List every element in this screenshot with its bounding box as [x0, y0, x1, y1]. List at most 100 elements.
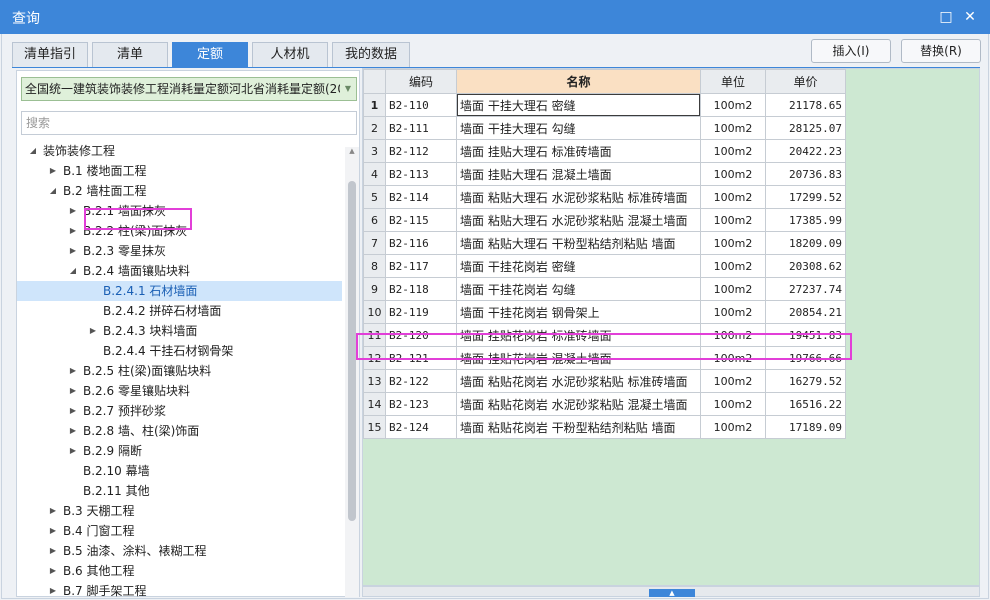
collapsed-triangle-icon[interactable]: ▶	[47, 161, 59, 181]
tree-node[interactable]: ▶ B.2.7 预拌砂浆	[17, 401, 342, 421]
collapsed-triangle-icon[interactable]: ▶	[67, 421, 79, 441]
collapsed-triangle-icon[interactable]: ▶	[67, 441, 79, 461]
name-cell[interactable]: 墙面 粘贴大理石 干粉型粘结剂粘贴 墙面	[456, 231, 701, 255]
unit-cell[interactable]: 100m2	[700, 277, 766, 301]
table-row[interactable]: 1 B2-110 墙面 干挂大理石 密缝 100m2 21178.65	[363, 93, 846, 117]
collapsed-triangle-icon[interactable]: ▶	[47, 561, 59, 581]
row-number-cell[interactable]: 5	[363, 185, 386, 209]
table-row[interactable]: 13 B2-122 墙面 粘贴花岗岩 水泥砂浆粘贴 标准砖墙面 100m2 16279.…	[363, 369, 846, 393]
price-cell[interactable]: 17299.52	[765, 185, 846, 209]
price-cell[interactable]: 20422.23	[765, 139, 846, 163]
name-cell[interactable]: 墙面 粘贴花岗岩 水泥砂浆粘贴 混凝土墙面	[456, 392, 701, 416]
unit-cell[interactable]: 100m2	[700, 254, 766, 278]
price-cell[interactable]: 20854.21	[765, 300, 846, 324]
table-row[interactable]: 15 B2-124 墙面 粘贴花岗岩 干粉型粘结剂粘贴 墙面 100m2 17189.0…	[363, 415, 846, 439]
table-row[interactable]: 8 B2-117 墙面 干挂花岗岩 密缝 100m2 20308.62	[363, 254, 846, 278]
tree-node[interactable]: B.2.4.4 干挂石材钢骨架	[17, 341, 342, 361]
code-cell[interactable]: B2-114	[385, 185, 457, 209]
tree-node[interactable]: ◢ B.2.4 墙面镶贴块料	[17, 261, 342, 281]
unit-cell[interactable]: 100m2	[700, 300, 766, 324]
tree-node[interactable]: B.2.11 其他	[17, 481, 342, 501]
row-number-cell[interactable]: 14	[363, 392, 386, 416]
tab-quota[interactable]: 定额	[172, 42, 248, 68]
collapsed-triangle-icon[interactable]: ▶	[47, 541, 59, 561]
library-select[interactable]: 全国统一建筑装饰装修工程消耗量定额河北省消耗量定额(2012) ▼	[21, 77, 357, 101]
column-header-unit[interactable]: 单位	[700, 69, 766, 94]
price-cell[interactable]: 20308.62	[765, 254, 846, 278]
tree-node[interactable]: ◢ 装饰装修工程	[17, 141, 342, 161]
unit-cell[interactable]: 100m2	[700, 208, 766, 232]
row-number-cell[interactable]: 1	[363, 93, 386, 117]
price-cell[interactable]: 20736.83	[765, 162, 846, 186]
unit-cell[interactable]: 100m2	[700, 369, 766, 393]
column-header-name[interactable]: 名称	[456, 69, 701, 94]
code-cell[interactable]: B2-123	[385, 392, 457, 416]
price-cell[interactable]: 21178.65	[765, 93, 846, 117]
row-number-cell[interactable]: 4	[363, 162, 386, 186]
unit-cell[interactable]: 100m2	[700, 162, 766, 186]
name-cell[interactable]: 墙面 粘贴花岗岩 干粉型粘结剂粘贴 墙面	[456, 415, 701, 439]
tree-node[interactable]: B.2.4.2 拼碎石材墙面	[17, 301, 342, 321]
row-number-cell[interactable]: 6	[363, 208, 386, 232]
expanded-triangle-icon[interactable]: ◢	[67, 261, 79, 281]
name-cell[interactable]: 墙面 粘贴大理石 水泥砂浆粘贴 标准砖墙面	[456, 185, 701, 209]
row-number-cell[interactable]: 7	[363, 231, 386, 255]
unit-cell[interactable]: 100m2	[700, 415, 766, 439]
code-cell[interactable]: B2-124	[385, 415, 457, 439]
price-cell[interactable]: 17189.09	[765, 415, 846, 439]
tab-bill[interactable]: 清单	[92, 42, 168, 68]
price-cell[interactable]: 18209.09	[765, 231, 846, 255]
chevron-down-icon[interactable]: ▼	[340, 78, 356, 100]
unit-cell[interactable]: 100m2	[700, 392, 766, 416]
name-cell[interactable]: 墙面 粘贴花岗岩 水泥砂浆粘贴 标准砖墙面	[456, 369, 701, 393]
tab-bill-guide[interactable]: 清单指引	[12, 42, 88, 68]
row-number-cell[interactable]: 3	[363, 139, 386, 163]
price-cell[interactable]: 27237.74	[765, 277, 846, 301]
row-number-cell[interactable]: 15	[363, 415, 386, 439]
tree-node[interactable]: B.2.10 幕墙	[17, 461, 342, 481]
collapsed-triangle-icon[interactable]: ▶	[47, 581, 59, 597]
collapsed-triangle-icon[interactable]: ▶	[87, 321, 99, 341]
tree-node[interactable]: ▶ B.6 其他工程	[17, 561, 342, 581]
tree-node[interactable]: ◢ B.2 墙柱面工程	[17, 181, 342, 201]
code-cell[interactable]: B2-116	[385, 231, 457, 255]
name-cell[interactable]: 墙面 干挂大理石 密缝	[456, 93, 701, 117]
collapsed-triangle-icon[interactable]: ▶	[67, 381, 79, 401]
row-number-cell[interactable]: 8	[363, 254, 386, 278]
price-cell[interactable]: 17385.99	[765, 208, 846, 232]
tree-node[interactable]: ▶ B.2.8 墙、柱(梁)饰面	[17, 421, 342, 441]
code-cell[interactable]: B2-112	[385, 139, 457, 163]
table-row[interactable]: 7 B2-116 墙面 粘贴大理石 干粉型粘结剂粘贴 墙面 100m2 18209.09	[363, 231, 846, 255]
tree-node[interactable]: ▶ B.1 楼地面工程	[17, 161, 342, 181]
collapsed-triangle-icon[interactable]: ▶	[67, 361, 79, 381]
tree-scroll-thumb[interactable]	[348, 181, 356, 521]
code-cell[interactable]: B2-117	[385, 254, 457, 278]
code-cell[interactable]: B2-111	[385, 116, 457, 140]
table-row[interactable]: 2 B2-111 墙面 干挂大理石 勾缝 100m2 28125.07	[363, 116, 846, 140]
unit-cell[interactable]: 100m2	[700, 93, 766, 117]
collapsed-triangle-icon[interactable]: ▶	[67, 401, 79, 421]
expanded-triangle-icon[interactable]: ◢	[47, 181, 59, 201]
unit-cell[interactable]: 100m2	[700, 139, 766, 163]
tab-my-data[interactable]: 我的数据	[332, 42, 410, 68]
name-cell[interactable]: 墙面 干挂花岗岩 钢骨架上	[456, 300, 701, 324]
collapsed-triangle-icon[interactable]: ▶	[67, 241, 79, 261]
code-cell[interactable]: B2-113	[385, 162, 457, 186]
unit-cell[interactable]: 100m2	[700, 116, 766, 140]
collapsed-triangle-icon[interactable]: ▶	[67, 201, 79, 221]
tab-labor-material-machine[interactable]: 人材机	[252, 42, 328, 68]
tree-node[interactable]: B.2.4.1 石材墙面	[17, 281, 342, 301]
code-cell[interactable]: B2-119	[385, 300, 457, 324]
tree-scrollbar[interactable]: ▲	[345, 147, 359, 597]
table-row[interactable]: 3 B2-112 墙面 挂贴大理石 标准砖墙面 100m2 20422.23	[363, 139, 846, 163]
unit-cell[interactable]: 100m2	[700, 185, 766, 209]
search-input[interactable]	[21, 111, 357, 135]
column-header-code[interactable]: 编码	[385, 69, 457, 94]
code-cell[interactable]: B2-110	[385, 93, 457, 117]
table-row[interactable]: 6 B2-115 墙面 粘贴大理石 水泥砂浆粘贴 混凝土墙面 100m2 17385.9…	[363, 208, 846, 232]
name-cell[interactable]: 墙面 干挂大理石 勾缝	[456, 116, 701, 140]
name-cell[interactable]: 墙面 干挂花岗岩 勾缝	[456, 277, 701, 301]
name-cell[interactable]: 墙面 干挂花岗岩 密缝	[456, 254, 701, 278]
price-cell[interactable]: 28125.07	[765, 116, 846, 140]
replace-button[interactable]: 替换(R)	[901, 39, 981, 63]
